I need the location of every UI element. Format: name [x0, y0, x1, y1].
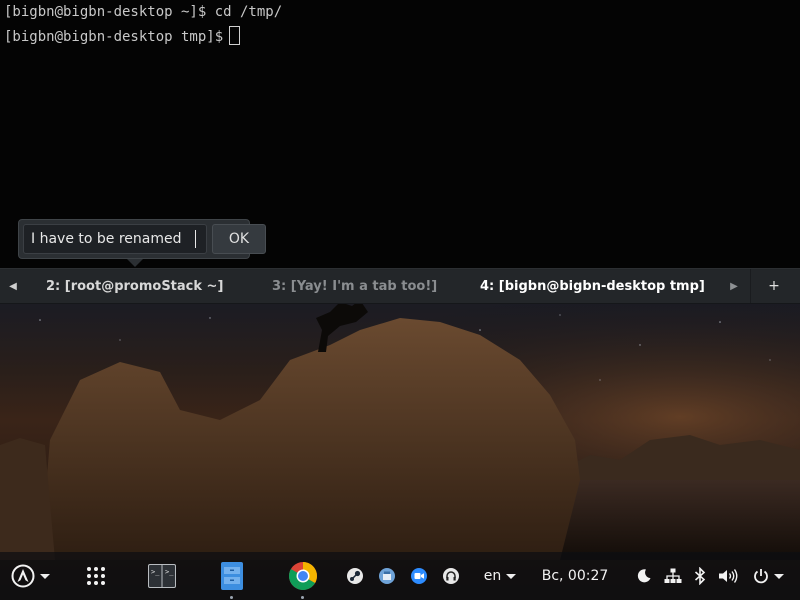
network-button[interactable]: [662, 552, 684, 600]
chrome-icon: [289, 562, 317, 590]
desktop: [bigbn@bigbn-desktop ~]$ cd /tmp/ [bigbn…: [0, 0, 800, 600]
language-label: en: [483, 568, 502, 584]
terminal-line: [bigbn@bigbn-desktop ~]$ cd /tmp/: [4, 4, 283, 20]
terminal-prompt-line: [bigbn@bigbn-desktop tmp]$: [4, 26, 241, 45]
audio-tray-button[interactable]: [440, 552, 462, 600]
triangle-right-icon[interactable]: ▶: [727, 269, 741, 303]
rename-tab-popover: OK: [18, 219, 266, 267]
store-icon: [379, 568, 395, 584]
moon-icon: [637, 569, 651, 583]
terminal-launcher[interactable]: >_ >_: [146, 552, 178, 600]
tab-2[interactable]: 2: [root@promoStack ~]: [46, 269, 223, 303]
app-grid-icon: [87, 567, 105, 585]
file-manager-icon: [221, 562, 243, 590]
power-menu-button[interactable]: [746, 552, 790, 600]
tab-3[interactable]: 3: [Yay! I'm a tab too!]: [272, 269, 437, 303]
text-cursor: [195, 230, 196, 248]
headphones-icon: [443, 568, 459, 584]
terminal-prompt: [bigbn@bigbn-desktop tmp]$: [4, 29, 224, 45]
network-icon: [664, 568, 682, 583]
bluetooth-button[interactable]: [690, 552, 710, 600]
new-tab-button[interactable]: +: [750, 269, 797, 303]
tab-4-active[interactable]: 4: [bigbn@bigbn-desktop tmp]: [480, 269, 705, 303]
chevron-down-icon: [506, 573, 517, 579]
triangle-left-icon[interactable]: ◀: [6, 269, 20, 303]
chevron-down-icon: [39, 573, 50, 579]
arch-menu-button[interactable]: [8, 552, 52, 600]
chevron-down-icon: [773, 573, 784, 579]
tab-name-input[interactable]: [23, 224, 207, 254]
svg-text:>_: >_: [151, 568, 160, 576]
power-icon: [753, 569, 768, 584]
video-call-icon: [411, 568, 427, 584]
bluetooth-icon: [694, 567, 706, 585]
file-manager-launcher[interactable]: [216, 552, 248, 600]
ok-button[interactable]: OK: [212, 224, 266, 254]
language-selector[interactable]: en: [480, 552, 520, 600]
terminal-cursor: [229, 26, 241, 45]
steam-tray-button[interactable]: [344, 552, 366, 600]
volume-icon: [719, 569, 738, 583]
arch-menu-icon: [11, 564, 34, 588]
night-light-button[interactable]: [634, 552, 654, 600]
running-indicator: [230, 596, 233, 599]
app-grid-button[interactable]: [80, 552, 112, 600]
running-indicator: [301, 596, 304, 599]
clock[interactable]: Вс, 00:27: [538, 552, 612, 600]
clock-label: Вс, 00:27: [541, 568, 609, 584]
steam-icon: [347, 568, 363, 584]
terminal-tab-bar: ◀ 2: [root@promoStack ~] 3: [Yay! I'm a …: [0, 268, 800, 304]
svg-text:>_: >_: [165, 568, 174, 576]
chrome-launcher[interactable]: [286, 552, 320, 600]
volume-button[interactable]: [716, 552, 740, 600]
store-tray-button[interactable]: [376, 552, 398, 600]
terminal-app-icon: >_ >_: [148, 564, 176, 588]
video-call-tray-button[interactable]: [408, 552, 430, 600]
bottom-panel: >_ >_ en Вс, 00:27: [0, 552, 800, 600]
